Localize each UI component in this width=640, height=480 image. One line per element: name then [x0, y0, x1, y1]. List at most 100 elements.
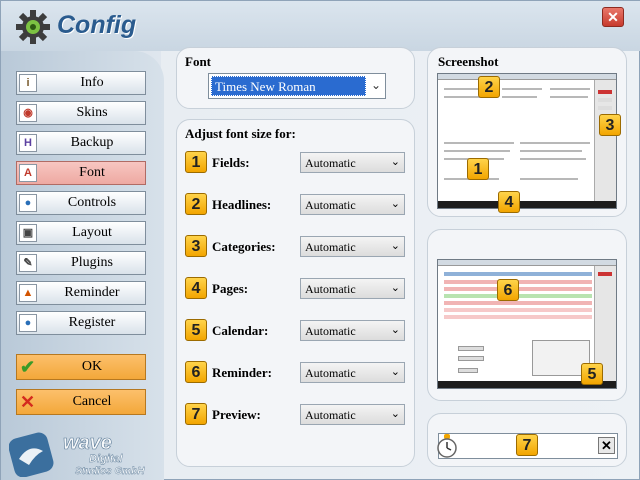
- row-number-badge: 2: [185, 193, 207, 215]
- checkmark-icon: ✔: [20, 357, 36, 377]
- title-bar: Config ✕: [1, 1, 640, 51]
- chevron-down-icon: ⌄: [390, 155, 400, 168]
- window-title: Config: [57, 11, 137, 39]
- plugins-icon: ✎: [19, 254, 37, 272]
- row-label: Pages:: [212, 281, 249, 296]
- row-label: Calendar:: [212, 323, 269, 338]
- marker-5: 5: [581, 363, 603, 385]
- marker-3: 3: [599, 114, 621, 136]
- info-icon: i: [19, 74, 37, 92]
- chevron-down-icon: ⌄: [390, 197, 400, 210]
- sidebar-item-label: Info: [80, 75, 104, 90]
- font-size-select[interactable]: Automatic ⌄: [300, 236, 405, 257]
- alarm-clock-icon: [437, 434, 457, 458]
- logo-line3: Studios GmbH: [75, 466, 145, 477]
- chevron-down-icon: ⌄: [390, 323, 400, 336]
- sidebar-item-label: Plugins: [70, 255, 113, 270]
- font-size-select[interactable]: Automatic ⌄: [300, 278, 405, 299]
- font-size-select[interactable]: Automatic ⌄: [300, 404, 405, 425]
- backup-icon: H: [19, 134, 37, 152]
- font-size-select[interactable]: Automatic ⌄: [300, 362, 405, 383]
- row-label: Preview:: [212, 407, 261, 422]
- font-size-value: Automatic: [305, 366, 356, 380]
- font-size-value: Automatic: [305, 282, 356, 296]
- sidebar-item-label: Layout: [72, 225, 112, 240]
- sidebar-item-label: Reminder: [64, 285, 120, 300]
- screenshot-heading: Screenshot: [438, 54, 499, 69]
- sidebar-item-layout[interactable]: ▣ Layout: [16, 221, 146, 245]
- font-size-row: 3 Categories: Automatic ⌄: [185, 235, 409, 261]
- controls-icon: ●: [19, 194, 37, 212]
- font-size-value: Automatic: [305, 156, 356, 170]
- sidebar-item-backup[interactable]: H Backup: [16, 131, 146, 155]
- font-size-value: Automatic: [305, 240, 356, 254]
- ok-label: OK: [81, 359, 103, 374]
- sidebar-item-plugins[interactable]: ✎ Plugins: [16, 251, 146, 275]
- font-size-value: Automatic: [305, 198, 356, 212]
- row-number-badge: 1: [185, 151, 207, 173]
- sidebar-item-register[interactable]: ● Register: [16, 311, 146, 335]
- font-size-value: Automatic: [305, 324, 356, 338]
- reminder-icon: ▲: [19, 284, 37, 302]
- ok-button[interactable]: ✔ OK: [16, 354, 146, 380]
- sidebar-item-controls[interactable]: ● Controls: [16, 191, 146, 215]
- font-size-value: Automatic: [305, 408, 356, 422]
- font-size-select[interactable]: Automatic ⌄: [300, 152, 405, 173]
- row-label: Reminder:: [212, 365, 272, 380]
- row-label: Categories:: [212, 239, 276, 254]
- row-number-badge: 3: [185, 235, 207, 257]
- cancel-label: Cancel: [72, 394, 112, 409]
- logo-line1: wave: [63, 432, 112, 454]
- font-size-row: 5 Calendar: Automatic ⌄: [185, 319, 409, 345]
- font-size-select[interactable]: Automatic ⌄: [300, 194, 405, 215]
- cross-icon: ✕: [20, 392, 36, 412]
- sidebar-item-label: Backup: [70, 135, 114, 150]
- sidebar-item-label: Register: [68, 315, 116, 330]
- marker-2: 2: [478, 76, 500, 98]
- chevron-down-icon: ⌄: [390, 281, 400, 294]
- sidebar-item-label: Controls: [67, 195, 117, 210]
- config-window: Config ✕ i Info ◉ Skins H Backup A Font ● Control…: [0, 0, 640, 480]
- sidebar-item-skins[interactable]: ◉ Skins: [16, 101, 146, 125]
- gear-icon: [16, 10, 50, 44]
- font-size-row: 4 Pages: Automatic ⌄: [185, 277, 409, 303]
- cancel-button[interactable]: ✕ Cancel: [16, 389, 146, 415]
- marker-7: 7: [516, 434, 538, 456]
- close-icon[interactable]: ✕: [598, 437, 615, 454]
- marker-6: 6: [497, 279, 519, 301]
- font-size-row: 2 Headlines: Automatic ⌄: [185, 193, 409, 219]
- screenshot-preview-main: [437, 73, 617, 209]
- row-label: Fields:: [212, 155, 250, 170]
- row-number-badge: 7: [185, 403, 207, 425]
- marker-1: 1: [467, 158, 489, 180]
- font-heading: Font: [185, 54, 211, 69]
- font-select-value: Times New Roman: [211, 76, 366, 96]
- skins-icon: ◉: [19, 104, 37, 122]
- font-size-row: 1 Fields: Automatic ⌄: [185, 151, 409, 177]
- chevron-down-icon: ⌄: [390, 407, 400, 420]
- logo-line2: Digital: [89, 453, 124, 465]
- row-number-badge: 5: [185, 319, 207, 341]
- row-number-badge: 6: [185, 361, 207, 383]
- close-button[interactable]: ✕: [602, 7, 624, 27]
- register-icon: ●: [19, 314, 37, 332]
- row-number-badge: 4: [185, 277, 207, 299]
- sidebar-item-reminder[interactable]: ▲ Reminder: [16, 281, 146, 305]
- font-size-select[interactable]: Automatic ⌄: [300, 320, 405, 341]
- sidebar-item-label: Font: [79, 165, 105, 180]
- font-size-row: 6 Reminder: Automatic ⌄: [185, 361, 409, 387]
- chevron-down-icon: ⌄: [370, 78, 381, 92]
- sidebar-item-font[interactable]: A Font: [16, 161, 146, 185]
- chevron-down-icon: ⌄: [390, 365, 400, 378]
- font-size-row: 7 Preview: Automatic ⌄: [185, 403, 409, 429]
- chevron-down-icon: ⌄: [390, 239, 400, 252]
- layout-icon: ▣: [19, 224, 37, 242]
- sidebar-item-label: Skins: [76, 105, 108, 120]
- font-icon: A: [19, 164, 37, 182]
- row-label: Headlines:: [212, 197, 272, 212]
- marker-4: 4: [498, 191, 520, 213]
- font-select[interactable]: Times New Roman ⌄: [208, 73, 386, 99]
- wave-digital-studios-logo: wave Digital Studios GmbH: [9, 432, 145, 477]
- sidebar-item-info[interactable]: i Info: [16, 71, 146, 95]
- adjust-heading: Adjust font size for:: [185, 126, 296, 141]
